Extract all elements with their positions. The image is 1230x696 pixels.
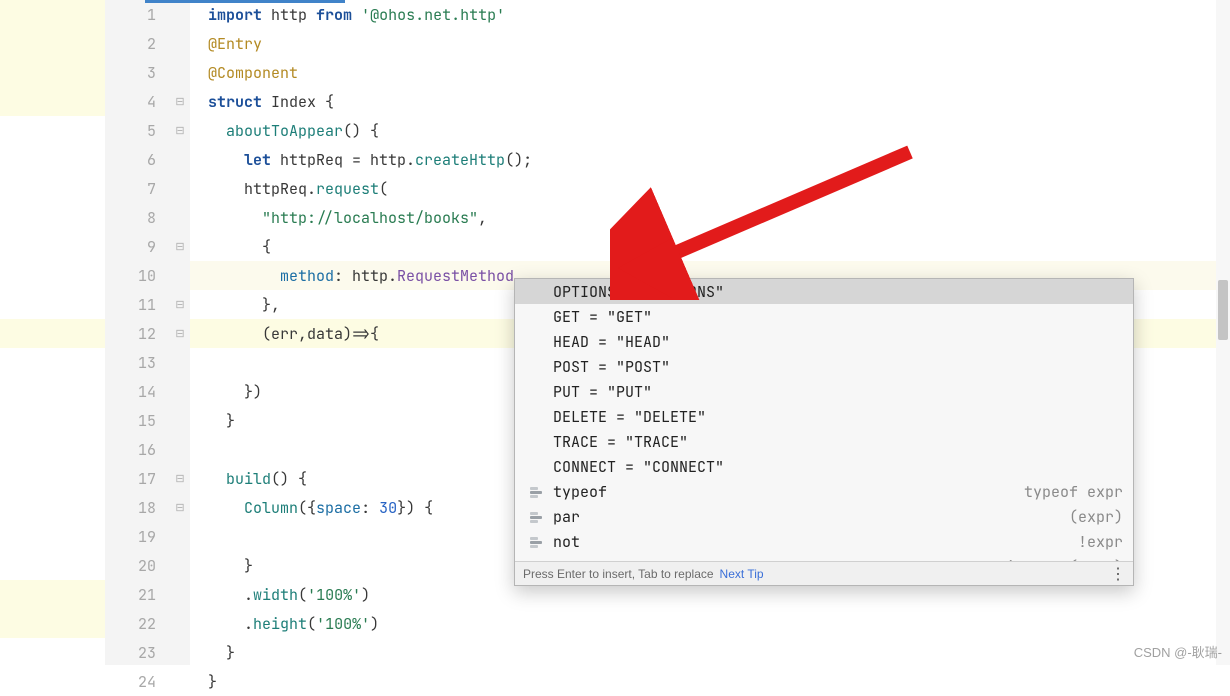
code-line: } <box>190 667 1230 696</box>
error-stripe <box>0 0 105 665</box>
line-number: 17 <box>138 469 156 489</box>
code-line: } <box>190 638 1230 667</box>
fold-toggle-icon[interactable]: ⊟ <box>174 473 186 485</box>
line-number: 24 <box>138 672 156 692</box>
completion-item-label: POST = "POST" <box>553 357 1123 377</box>
line-number: 14 <box>138 382 156 402</box>
completion-popup[interactable]: OPTIONS = "OPTIONS" GET = "GET" HEAD = "HE… <box>514 278 1134 586</box>
code-line: httpReq.request( <box>190 174 1230 203</box>
line-number: 8 <box>147 208 156 228</box>
completion-list[interactable]: OPTIONS = "OPTIONS" GET = "GET" HEAD = "HE… <box>515 279 1133 561</box>
completion-item-label: OPTIONS = "OPTIONS" <box>553 282 1123 302</box>
vertical-scrollbar[interactable] <box>1216 0 1230 665</box>
fold-toggle-icon[interactable]: ⊟ <box>174 299 186 311</box>
line-number: 5 <box>147 121 156 141</box>
line-number: 2 <box>147 34 156 54</box>
line-number: 15 <box>138 411 156 431</box>
code-line: struct Index { <box>190 87 1230 116</box>
line-number: 10 <box>138 266 156 286</box>
completion-item-label: CONNECT = "CONNECT" <box>553 457 1123 477</box>
code-line: @Entry <box>190 29 1230 58</box>
line-number: 18 <box>138 498 156 518</box>
fold-toggle-icon[interactable]: ⊟ <box>174 96 186 108</box>
template-icon <box>527 485 545 499</box>
completion-item-label: typeof <box>553 482 1024 502</box>
code-line: import http from '@ohos.net.http' <box>190 0 1230 29</box>
line-number: 21 <box>138 585 156 605</box>
completion-item[interactable]: DELETE = "DELETE" <box>515 404 1133 429</box>
line-number: 3 <box>147 63 156 83</box>
template-icon <box>527 535 545 549</box>
line-number: 6 <box>147 150 156 170</box>
code-line: aboutToAppear() { <box>190 116 1230 145</box>
code-line: .height('100%') <box>190 609 1230 638</box>
completion-item[interactable]: typeoftypeof expr <box>515 479 1133 504</box>
line-number: 7 <box>147 179 156 199</box>
line-number: 22 <box>138 614 156 634</box>
fold-toggle-icon[interactable]: ⊟ <box>174 125 186 137</box>
code-line: @Component <box>190 58 1230 87</box>
watermark: CSDN @-耿瑞- <box>1134 642 1222 661</box>
completion-item[interactable]: POST = "POST" <box>515 354 1133 379</box>
completion-item-label: arg <box>553 557 961 562</box>
code-line: "http://localhost/books", <box>190 203 1230 232</box>
completion-item-label: PUT = "PUT" <box>553 382 1123 402</box>
line-number: 19 <box>138 527 156 547</box>
line-number: 11 <box>138 295 156 315</box>
line-number: 12 <box>138 324 156 344</box>
line-number: 16 <box>138 440 156 460</box>
completion-item-label: par <box>553 507 1069 527</box>
completion-item-label: TRACE = "TRACE" <box>553 432 1123 452</box>
completion-item-tail: (expr) <box>1069 507 1123 527</box>
completion-item-label: GET = "GET" <box>553 307 1123 327</box>
line-number: 13 <box>138 353 156 373</box>
next-tip-link[interactable]: Next Tip <box>720 567 764 581</box>
line-number: 23 <box>138 643 156 663</box>
completion-item-tail: functionCall(expr) <box>961 557 1123 562</box>
completion-item-label: not <box>553 532 1078 552</box>
more-icon[interactable]: ⋮ <box>1110 564 1125 584</box>
completion-footer: Press Enter to insert, Tab to replace Ne… <box>515 561 1133 585</box>
completion-item[interactable]: not!expr <box>515 529 1133 554</box>
fold-toggle-icon[interactable]: ⊟ <box>174 241 186 253</box>
scrollbar-thumb[interactable] <box>1218 280 1228 340</box>
code-line: { <box>190 232 1230 261</box>
completion-item[interactable]: PUT = "PUT" <box>515 379 1133 404</box>
completion-item-tail: typeof expr <box>1024 482 1123 502</box>
completion-item-label: DELETE = "DELETE" <box>553 407 1123 427</box>
completion-item[interactable]: par(expr) <box>515 504 1133 529</box>
line-number: 4 <box>147 92 156 112</box>
fold-toggle-icon[interactable]: ⊟ <box>174 328 186 340</box>
line-number: 1 <box>147 5 156 25</box>
completion-item[interactable]: TRACE = "TRACE" <box>515 429 1133 454</box>
line-number: 20 <box>138 556 156 576</box>
line-number: 9 <box>147 237 156 257</box>
template-icon <box>527 510 545 524</box>
completion-hint: Press Enter to insert, Tab to replace <box>523 567 714 581</box>
completion-item-label: HEAD = "HEAD" <box>553 332 1123 352</box>
completion-item[interactable]: OPTIONS = "OPTIONS" <box>515 279 1133 304</box>
code-line: let httpReq = http.createHttp(); <box>190 145 1230 174</box>
completion-item[interactable]: argfunctionCall(expr) <box>515 554 1133 561</box>
completion-item[interactable]: GET = "GET" <box>515 304 1133 329</box>
template-icon <box>527 560 545 562</box>
completion-item[interactable]: HEAD = "HEAD" <box>515 329 1133 354</box>
gutter: 1 2 3 4 ⊟ 5 ⊟ 6 7 8 9 ⊟ 10 11 ⊟ 12 ⊟ 13 14 15… <box>105 0 190 665</box>
completion-item-tail: !expr <box>1078 532 1123 552</box>
fold-toggle-icon[interactable]: ⊟ <box>174 502 186 514</box>
completion-item[interactable]: CONNECT = "CONNECT" <box>515 454 1133 479</box>
